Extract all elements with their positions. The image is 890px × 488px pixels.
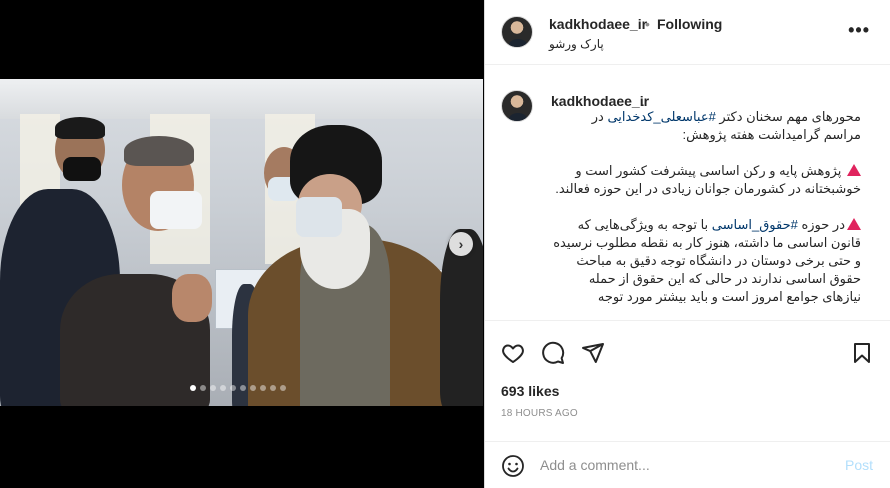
caption-para2: پژوهش پایه و رکن اساسی پیشرفت کشور است و… <box>555 163 861 196</box>
caption-avatar[interactable] <box>501 90 533 122</box>
post-header: kadkhodaee_ir • Following پارک ورشو ••• <box>485 0 890 65</box>
post-timestamp[interactable]: 18 HOURS AGO <box>501 408 578 419</box>
carousel-dot <box>200 385 206 391</box>
caption-para3a: در حوزه <box>797 217 845 232</box>
carousel-dot <box>240 385 246 391</box>
bookmark-icon[interactable] <box>850 341 874 365</box>
carousel-dot <box>270 385 276 391</box>
header-username[interactable]: kadkhodaee_ir <box>549 16 647 32</box>
caption-area: kadkhodaee_ir . محورهای مهم سخنان دکتر #… <box>485 66 890 320</box>
carousel-next-button[interactable]: › <box>449 232 473 256</box>
share-icon[interactable] <box>581 341 605 365</box>
post-photo[interactable] <box>0 79 483 406</box>
caption-username[interactable]: kadkhodaee_ir <box>551 93 649 109</box>
following-button[interactable]: Following <box>657 16 722 32</box>
more-options-icon[interactable]: ••• <box>848 20 870 41</box>
carousel-dot <box>250 385 256 391</box>
heart-icon[interactable] <box>501 341 525 365</box>
likes-count[interactable]: 693 likes <box>501 383 559 399</box>
carousel-dot <box>230 385 236 391</box>
caption-dot: . <box>641 93 645 109</box>
carousel-dot <box>210 385 216 391</box>
location-link[interactable]: پارک ورشو <box>549 37 604 51</box>
post-modal: › kadkhodaee_ir • Following پارک ورشو ••… <box>0 0 890 488</box>
post-sidebar: kadkhodaee_ir • Following پارک ورشو ••• … <box>484 0 890 488</box>
carousel-indicator <box>190 385 286 391</box>
warning-triangle-icon <box>847 218 861 230</box>
caption-text: محورهای مهم سخنان دکتر #عباسعلی_کدخدایی … <box>551 108 861 306</box>
hashtag-link[interactable]: #حقوق_اساسی <box>712 217 798 232</box>
post-comment-button[interactable]: Post <box>845 457 873 473</box>
carousel-dot-active <box>190 385 196 391</box>
post-actions: 693 likes 18 HOURS AGO Post <box>485 320 890 488</box>
carousel-dot <box>220 385 226 391</box>
avatar[interactable] <box>501 16 533 48</box>
carousel-dot <box>280 385 286 391</box>
emoji-icon[interactable] <box>501 454 525 478</box>
carousel-dot <box>260 385 266 391</box>
post-media: › <box>0 0 483 488</box>
comment-icon[interactable] <box>541 341 565 365</box>
comment-bar: Post <box>485 441 890 488</box>
caption-line1: محورهای مهم سخنان دکتر <box>715 109 861 124</box>
comment-input[interactable] <box>540 455 820 475</box>
separator-dot: • <box>645 16 650 32</box>
hashtag-link[interactable]: #عباسعلی_کدخدایی <box>607 109 715 124</box>
warning-triangle-icon <box>847 164 861 176</box>
